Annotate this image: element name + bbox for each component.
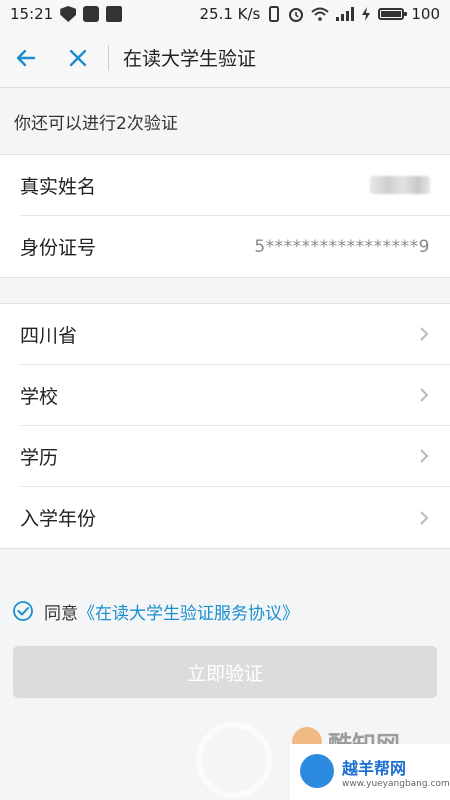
vibrate-icon	[269, 6, 280, 22]
alarm-icon	[289, 8, 304, 22]
status-time: 15:21	[10, 5, 54, 23]
watermark-corner: 越羊帮网 www.yueyangbang.com	[290, 744, 450, 800]
id-number-label: 身份证号	[20, 237, 97, 259]
province-label: 四川省	[20, 324, 78, 347]
charging-icon	[362, 7, 371, 21]
chevron-right-icon	[420, 449, 429, 463]
id-number-value: 5*****************9	[254, 236, 430, 257]
degree-row[interactable]: 学历	[20, 426, 450, 487]
province-row[interactable]: 四川省	[20, 304, 450, 365]
page: 15:21 25.1 K/s 100 在读大学生验证 你还可以进行2次验证 真实…	[0, 0, 450, 800]
verify-now-button[interactable]: 立即验证	[13, 646, 437, 698]
battery-icon	[378, 8, 408, 20]
watermark-corner-title: 越羊帮网	[342, 759, 407, 778]
real-name-row: 真实姓名	[20, 155, 450, 216]
education-group: 四川省 学校 学历 入学年份	[0, 303, 450, 549]
identity-group: 真实姓名 身份证号 5*****************9	[0, 154, 450, 278]
degree-label: 学历	[20, 446, 59, 469]
close-button[interactable]	[52, 28, 104, 88]
agreement-checkbox[interactable]	[12, 600, 34, 622]
chevron-right-icon	[420, 388, 429, 402]
real-name-label: 真实姓名	[20, 175, 97, 198]
network-speed: 25.1 K/s	[199, 5, 261, 23]
real-name-value-blurred	[370, 176, 430, 194]
page-title: 在读大学生验证	[123, 48, 257, 70]
school-label: 学校	[20, 385, 59, 408]
agreement-prefix: 同意	[44, 603, 78, 624]
nav-bar: 在读大学生验证	[0, 28, 450, 88]
signal-icon	[336, 7, 355, 21]
enrollment-year-row[interactable]: 入学年份	[20, 487, 450, 548]
agreement-row: 同意 《在读大学生验证服务协议》	[0, 594, 450, 628]
school-row[interactable]: 学校	[20, 365, 450, 426]
back-button[interactable]	[0, 28, 52, 88]
shield-icon	[60, 6, 77, 22]
status-bar: 15:21 25.1 K/s 100	[0, 0, 450, 28]
battery-level: 100	[411, 5, 440, 23]
wifi-icon	[311, 7, 330, 21]
close-icon	[69, 49, 87, 66]
enrollment-year-label: 入学年份	[20, 508, 97, 530]
notification-icon	[83, 6, 100, 22]
image-icon	[106, 6, 123, 22]
id-number-row: 身份证号 5*****************9	[20, 216, 450, 277]
watermark-swirl-logo	[196, 722, 272, 798]
watermark-corner-url: www.yueyangbang.com	[342, 779, 450, 789]
arrow-left-icon	[16, 49, 36, 66]
nav-divider	[108, 44, 109, 71]
chevron-right-icon	[420, 327, 429, 341]
remaining-attempts-notice: 你还可以进行2次验证	[0, 88, 450, 154]
chevron-right-icon	[420, 510, 429, 525]
watermark-wifi-logo-icon	[300, 754, 334, 788]
agreement-link[interactable]: 《在读大学生验证服务协议》	[78, 599, 299, 624]
